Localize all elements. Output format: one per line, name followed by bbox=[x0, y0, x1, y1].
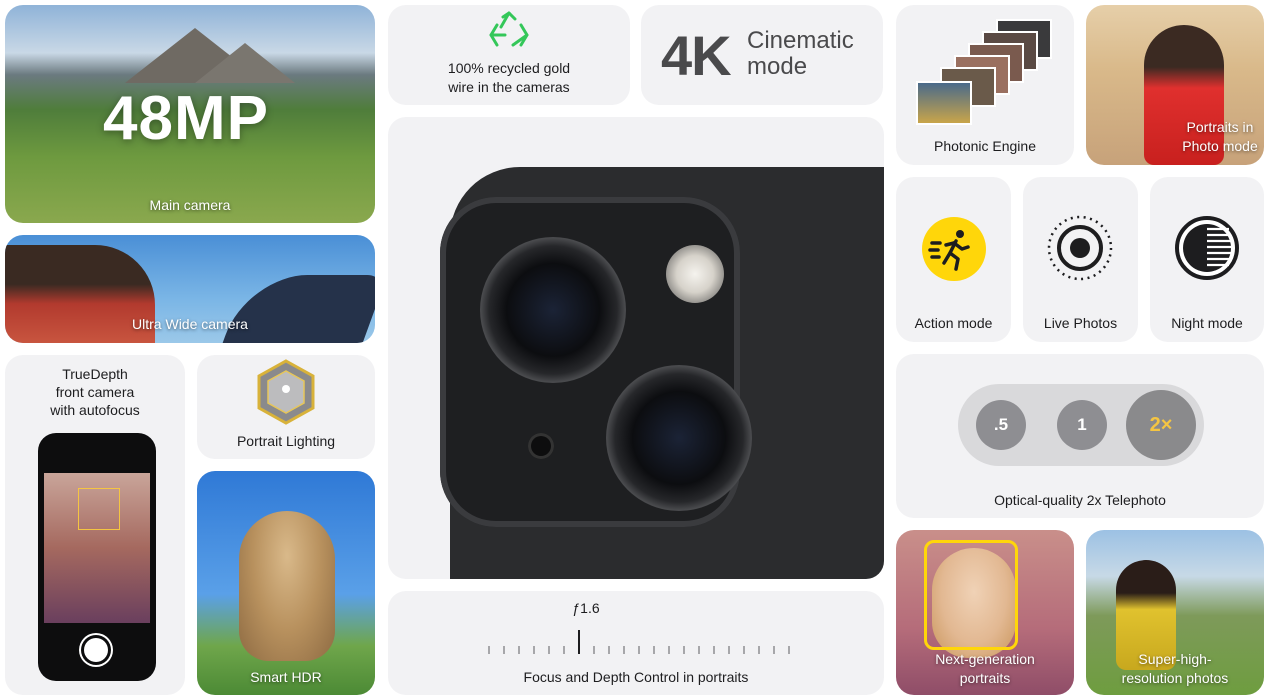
zoom-option-1[interactable]: 1 bbox=[1057, 400, 1107, 450]
super-high-res-label-2: resolution photos bbox=[1121, 670, 1229, 686]
cinematic-4k: 4K bbox=[661, 24, 732, 87]
recycled-gold-label-1: 100% recycled gold bbox=[447, 60, 571, 76]
camera-bump bbox=[440, 197, 752, 527]
super-high-res-label-1: Super-high- bbox=[1138, 651, 1212, 667]
photo-stack bbox=[916, 19, 1056, 125]
portrait-lighting-tile: Portrait Lighting bbox=[197, 355, 375, 459]
main-camera-tile: 48MP Main camera bbox=[5, 5, 375, 223]
main-camera-headline: 48MP bbox=[103, 84, 269, 153]
cinematic-mode-tile: 4K Cinematic mode bbox=[641, 5, 883, 105]
action-mode-label: Action mode bbox=[914, 315, 993, 331]
cinematic-label-2: mode bbox=[747, 53, 808, 80]
next-gen-portraits-tile: Next-generation portraits bbox=[896, 530, 1074, 695]
truedepth-label-2: front camera bbox=[55, 384, 135, 400]
phone-back bbox=[440, 167, 884, 579]
zoom-option-2x[interactable]: 2× bbox=[1126, 390, 1196, 460]
ultra-wide-label: Ultra Wide camera bbox=[132, 316, 248, 332]
mountain-shape bbox=[195, 43, 295, 83]
camera-hero-tile bbox=[388, 117, 884, 579]
aperture-scale bbox=[488, 630, 790, 654]
running-person-icon bbox=[921, 217, 986, 281]
zoom-option-0-5[interactable]: .5 bbox=[976, 400, 1026, 450]
telephoto-tile: .5 1 2× Optical-quality 2x Telephoto bbox=[896, 354, 1264, 518]
truedepth-label-3: with autofocus bbox=[50, 402, 140, 418]
microphone bbox=[528, 433, 554, 459]
recycle-icon bbox=[489, 11, 529, 47]
recycled-gold-label-2: wire in the cameras bbox=[448, 79, 570, 95]
next-gen-portraits-label-2: portraits bbox=[959, 670, 1011, 686]
focus-depth-tile: ƒ1.6 Focus and Depth Control in portrait… bbox=[388, 591, 884, 695]
portraits-photo-mode-label-1: Portraits in bbox=[1186, 119, 1254, 135]
flash bbox=[666, 245, 724, 303]
super-high-res-tile: Super-high- resolution photos bbox=[1086, 530, 1264, 695]
aperture-value: ƒ1.6 bbox=[572, 600, 600, 616]
live-photos-tile: Live Photos bbox=[1023, 177, 1138, 342]
portraits-photo-mode-tile: Portraits in Photo mode bbox=[1086, 5, 1264, 165]
main-camera-label: Main camera bbox=[149, 197, 231, 213]
night-mode-tile: Night mode bbox=[1150, 177, 1264, 342]
smart-hdr-tile: Smart HDR bbox=[197, 471, 375, 695]
recycled-gold-tile: 100% recycled gold wire in the cameras bbox=[388, 5, 630, 105]
shutter-button bbox=[84, 638, 108, 662]
night-mode-label: Night mode bbox=[1171, 315, 1243, 331]
portrait-lighting-label: Portrait Lighting bbox=[236, 433, 336, 449]
photonic-engine-tile: Photonic Engine bbox=[896, 5, 1074, 165]
smart-hdr-label: Smart HDR bbox=[250, 669, 322, 685]
night-mode-icon bbox=[1175, 216, 1239, 280]
live-photos-icon bbox=[1047, 215, 1113, 281]
next-gen-portraits-label-1: Next-generation bbox=[935, 651, 1035, 667]
dog-shape bbox=[239, 511, 335, 661]
action-mode-tile: Action mode bbox=[896, 177, 1011, 342]
truedepth-tile: TrueDepth front camera with autofocus bbox=[5, 355, 185, 695]
focus-depth-label: Focus and Depth Control in portraits bbox=[523, 669, 749, 685]
portraits-photo-mode-label-2: Photo mode bbox=[1182, 138, 1258, 154]
telephoto-label: Optical-quality 2x Telephoto bbox=[994, 492, 1166, 508]
zoom-control: .5 1 2× bbox=[958, 384, 1204, 466]
main-lens bbox=[480, 237, 626, 383]
portrait-lighting-icon bbox=[257, 359, 315, 425]
ultra-wide-lens bbox=[606, 365, 752, 511]
phone-preview bbox=[38, 433, 156, 681]
focus-frame bbox=[924, 540, 1018, 650]
live-photos-label: Live Photos bbox=[1043, 315, 1118, 331]
focus-box bbox=[78, 488, 120, 530]
photonic-engine-label: Photonic Engine bbox=[934, 138, 1036, 154]
cinematic-label-1: Cinematic bbox=[747, 27, 854, 54]
truedepth-label-1: TrueDepth bbox=[62, 366, 128, 382]
ultra-wide-tile: Ultra Wide camera bbox=[5, 235, 375, 343]
